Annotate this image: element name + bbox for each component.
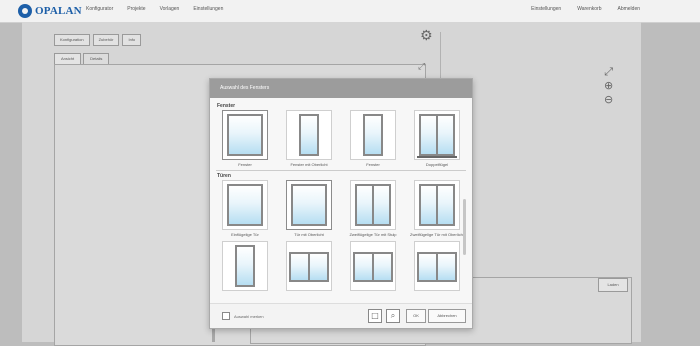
toolbar-button-info[interactable]: Info [122, 34, 142, 46]
footer-icons: □ ⌕ [368, 309, 400, 323]
dialog-title: Auswahl des Fensters [210, 79, 472, 98]
window-label: Zweiflügelige Tür mit Oberlicht [410, 232, 464, 237]
window-label: Tür mit Oberlicht [294, 232, 324, 237]
window-label: Fenster mit Oberlicht [290, 162, 328, 167]
fullscreen-icon[interactable]: ⤢ [604, 66, 613, 77]
window-option[interactable]: Tür mit Oberlicht [280, 180, 338, 237]
toolbar: Konfiguration Zubehör Info [54, 34, 142, 46]
toolbar-button-configuration[interactable]: Konfiguration [54, 34, 90, 46]
load-button[interactable]: Laden [598, 278, 628, 292]
window-thumbnail [350, 241, 396, 291]
window-label: Fenster [238, 162, 252, 167]
section-divider [216, 170, 466, 171]
remember-selection: Auswahl merken [222, 312, 264, 320]
nav-item-templates[interactable]: Vorlagen [160, 6, 180, 12]
top-nav-right: Einstellungen Warenkorb Abmelden [531, 6, 640, 12]
window-thumbnail [286, 110, 332, 160]
nav-item-settings[interactable]: Einstellungen [193, 6, 223, 12]
tab-view[interactable]: Ansicht [54, 53, 82, 64]
remember-label: Auswahl merken [234, 313, 264, 319]
dialog-scrollbar[interactable] [463, 199, 466, 255]
window-row-3 [214, 241, 468, 293]
window-option[interactable] [408, 241, 466, 293]
window-option[interactable] [344, 241, 402, 293]
window-option[interactable]: Fenster [344, 110, 402, 167]
window-label: Fenster [366, 162, 380, 167]
nav-item-projects[interactable]: Projekte [127, 6, 145, 12]
window-label: Doppelflügel [425, 162, 449, 167]
window-option[interactable] [280, 241, 338, 293]
zoom-tools: ⤢ ⊕ ⊖ [604, 66, 613, 105]
logo[interactable]: OPALAN [18, 4, 82, 18]
nav-right-logout[interactable]: Abmelden [617, 6, 640, 12]
window-option[interactable]: Einflügelige Tür [216, 180, 274, 237]
window-row-1: Fenster Fenster mit Oberlicht Fenster Do… [214, 110, 468, 167]
expand-small-icon[interactable]: ⤢ [418, 62, 425, 72]
tab-details[interactable]: Details [83, 53, 110, 64]
window-option[interactable]: Zweiflügelige Tür mit Stulp [344, 180, 402, 237]
window-selection-dialog: Auswahl des Fensters Fenster Fenster Fen… [209, 78, 473, 329]
window-thumbnail [222, 241, 268, 291]
zoom-in-icon[interactable]: ⊕ [604, 80, 613, 91]
ok-button[interactable]: OK [406, 309, 426, 323]
toolbar-button-accessories[interactable]: Zubehör [92, 34, 120, 46]
window-option[interactable]: Doppelflügel [408, 110, 466, 167]
nav-right-settings[interactable]: Einstellungen [531, 6, 561, 12]
window-thumbnail [222, 110, 268, 160]
window-thumbnail [350, 110, 396, 160]
view-tabs: Ansicht Details [54, 53, 110, 64]
nav-right-cart[interactable]: Warenkorb [577, 6, 601, 12]
window-option[interactable]: Fenster mit Oberlicht [280, 110, 338, 167]
logo-text: OPALAN [35, 5, 82, 17]
window-row-2: Einflügelige Tür Tür mit Oberlicht Zweif… [214, 180, 468, 237]
window-thumbnail [286, 180, 332, 230]
window-label: Einflügelige Tür [231, 232, 259, 237]
window-label: Zweiflügelige Tür mit Stulp [349, 232, 397, 237]
square-icon[interactable]: □ [368, 309, 382, 323]
window-thumbnail [222, 180, 268, 230]
gear-icon[interactable]: ⚙ [420, 28, 433, 44]
window-option[interactable] [216, 241, 274, 293]
window-option[interactable]: Zweiflügelige Tür mit Oberlicht [408, 180, 466, 237]
logo-mark-icon [18, 4, 32, 18]
section-label-doors: Türen [217, 173, 231, 179]
window-thumbnail [414, 110, 460, 160]
window-thumbnail [286, 241, 332, 291]
nav-item-configurator[interactable]: Konfigurator [86, 6, 113, 12]
search-icon[interactable]: ⌕ [386, 309, 400, 323]
section-label-windows: Fenster [217, 103, 236, 109]
window-option[interactable]: Fenster [216, 110, 274, 167]
dialog-footer: Auswahl merken □ ⌕ OK Abbrechen [210, 303, 472, 328]
window-thumbnail [350, 180, 396, 230]
dialog-body: Fenster Fenster Fenster mit Oberlicht Fe… [214, 101, 468, 301]
remember-checkbox[interactable] [222, 312, 230, 320]
top-bar: OPALAN Konfigurator Projekte Vorlagen Ei… [0, 0, 700, 23]
cancel-button[interactable]: Abbrechen [428, 309, 466, 323]
window-thumbnail [414, 180, 460, 230]
top-nav: Konfigurator Projekte Vorlagen Einstellu… [86, 6, 223, 12]
zoom-out-icon[interactable]: ⊖ [604, 94, 613, 105]
window-thumbnail [414, 241, 460, 291]
